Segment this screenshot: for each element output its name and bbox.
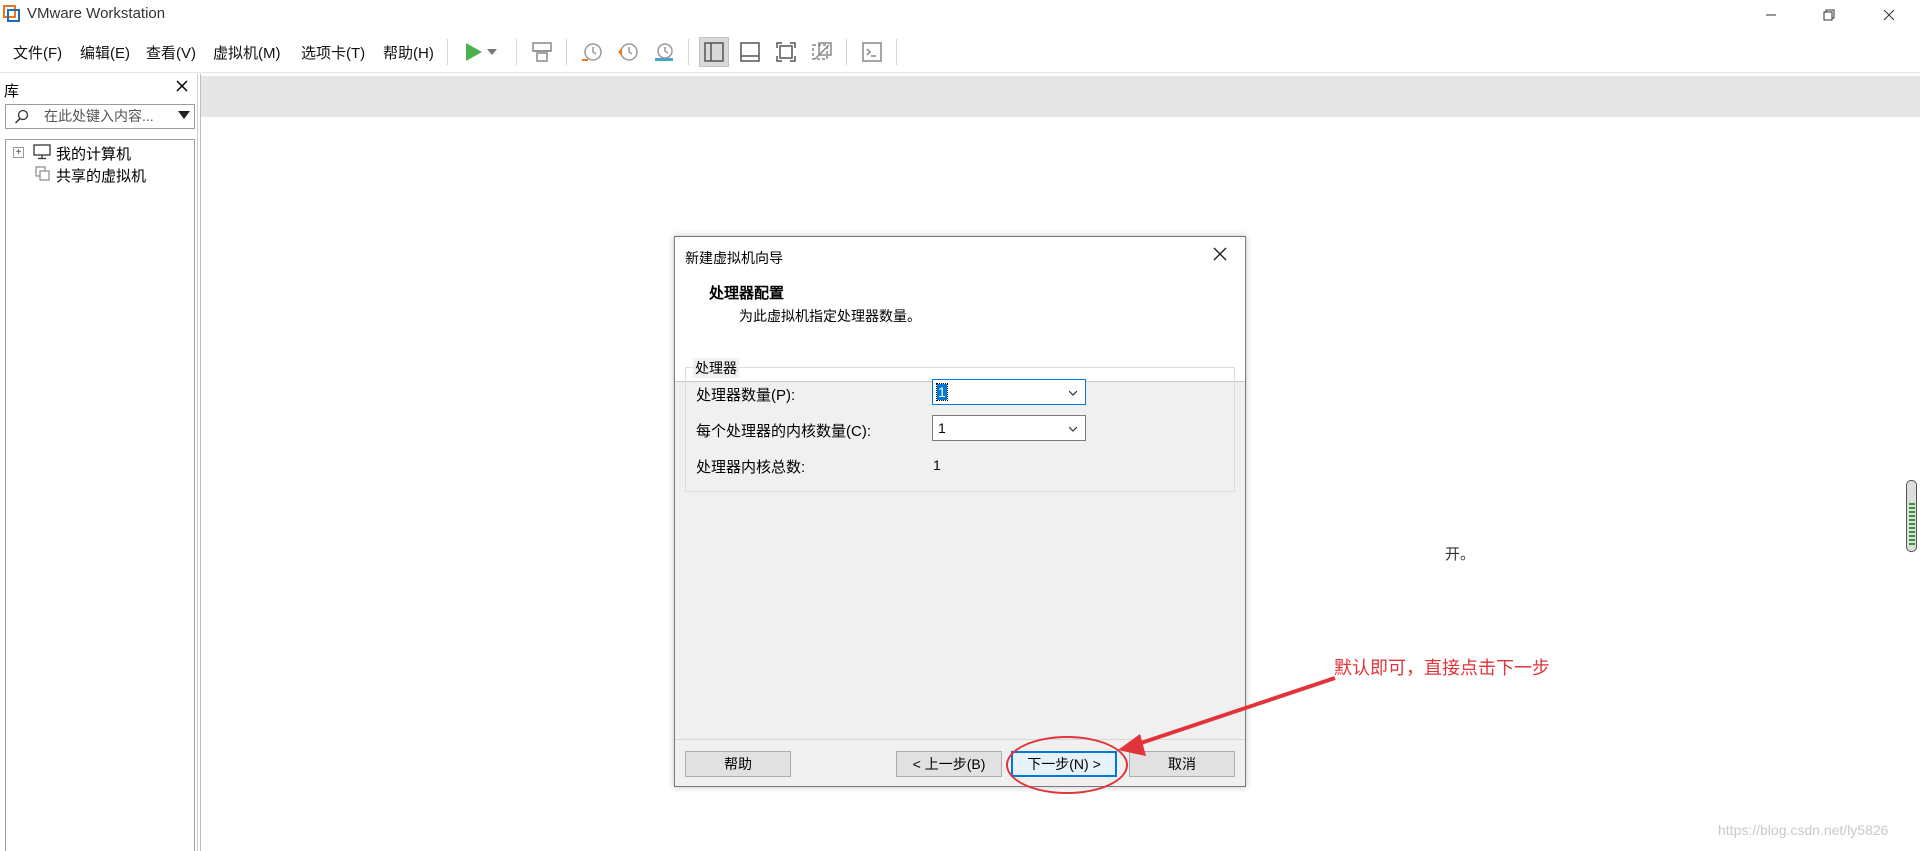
chevron-down-icon: [1069, 426, 1077, 432]
close-icon: [1883, 9, 1895, 20]
thumbnail-bar-icon: [740, 42, 760, 62]
total-cores-label: 处理器内核总数:: [696, 459, 806, 476]
dropdown-arrow-icon: [487, 49, 497, 55]
help-button[interactable]: 帮助: [685, 751, 791, 777]
revert-snapshot-button[interactable]: [613, 37, 643, 67]
menu-vm[interactable]: 虚拟机(M): [213, 42, 281, 63]
side-scroll-indicator[interactable]: [1906, 480, 1917, 552]
close-icon: [1213, 247, 1227, 261]
menu-tabs[interactable]: 选项卡(T): [301, 42, 365, 63]
page-title: 处理器配置: [709, 285, 785, 302]
annotation-text: 默认即可，直接点击下一步: [1334, 658, 1550, 678]
menu-edit[interactable]: 编辑(E): [80, 42, 130, 63]
dialog-title-bar: 新建虚拟机向导: [675, 237, 1245, 271]
chevron-down-icon: [1069, 390, 1077, 396]
vmware-logo-icon: [3, 5, 20, 22]
restore-icon: [1823, 9, 1835, 20]
send-ctrl-alt-del-icon: [532, 42, 552, 62]
thumbnail-bar-button[interactable]: [735, 37, 765, 67]
search-dropdown-icon[interactable]: [178, 111, 190, 119]
toolbar-separator: [846, 39, 847, 65]
fullscreen-icon: [776, 42, 796, 62]
library-tree: + 我的计算机 共享的虚拟机: [5, 139, 195, 851]
revert-snapshot-icon: [618, 43, 638, 61]
processor-count-value: 1: [936, 383, 948, 401]
library-title: 库: [4, 83, 20, 100]
page-subtitle: 为此虚拟机指定处理器数量。: [739, 308, 921, 324]
library-header: 库: [0, 74, 198, 102]
total-cores-value: 1: [933, 457, 941, 473]
dialog-close-button[interactable]: [1213, 244, 1227, 267]
snapshot-manager-button[interactable]: [649, 37, 679, 67]
search-icon: [14, 109, 29, 124]
watermark: https://blog.csdn.net/ly5826: [1718, 822, 1889, 838]
tree-item-label: 共享的虚拟机: [56, 168, 147, 185]
toolbar-separator: [688, 39, 689, 65]
footer-divider: [675, 739, 1245, 740]
restore-button[interactable]: [1800, 0, 1858, 29]
snapshot-icon: [582, 43, 602, 61]
menu-toolbar: 文件(F) 编辑(E) 查看(V) 虚拟机(M) 选项卡(T) 帮助(H): [0, 30, 1920, 73]
toolbar-separator: [516, 39, 517, 65]
cores-per-processor-select[interactable]: 1: [932, 415, 1086, 441]
tree-item-my-computer[interactable]: + 我的计算机: [6, 142, 192, 163]
library-search-input[interactable]: [44, 108, 172, 124]
send-ctrl-alt-del-button[interactable]: [527, 37, 557, 67]
minimize-button[interactable]: [1742, 0, 1800, 29]
new-vm-wizard-dialog: 新建虚拟机向导 处理器配置 为此虚拟机指定处理器数量。 处理器 处理器数量(P)…: [674, 236, 1246, 787]
app-title: VMware Workstation: [27, 5, 166, 22]
console-view-icon: [862, 42, 882, 62]
window-title-bar: VMware Workstation: [0, 0, 1920, 29]
cores-per-processor-label: 每个处理器的内核数量(C):: [696, 423, 871, 440]
library-view-button[interactable]: [699, 37, 729, 67]
background-text-fragment: 开。: [1445, 546, 1476, 563]
close-icon: [176, 80, 188, 92]
expand-icon[interactable]: +: [13, 146, 24, 158]
toolbar-separator: [566, 39, 567, 65]
menu-view[interactable]: 查看(V): [146, 42, 196, 63]
library-view-icon: [704, 42, 724, 62]
cancel-button[interactable]: 取消: [1129, 751, 1235, 777]
dialog-title: 新建虚拟机向导: [685, 250, 783, 266]
unity-button[interactable]: [807, 37, 837, 67]
annotation-highlight-ellipse: [1006, 736, 1128, 794]
fullscreen-button[interactable]: [771, 37, 801, 67]
play-icon: [466, 43, 482, 61]
library-close-button[interactable]: [176, 77, 188, 97]
tree-item-shared-vms[interactable]: 共享的虚拟机: [6, 164, 192, 185]
menu-file[interactable]: 文件(F): [13, 42, 62, 63]
dialog-header: 处理器配置 为此虚拟机指定处理器数量。: [675, 271, 1245, 382]
power-dropdown-button[interactable]: [484, 37, 500, 67]
menu-help[interactable]: 帮助(H): [383, 42, 434, 63]
minimize-icon: [1766, 14, 1776, 15]
unity-icon: [812, 42, 832, 60]
snapshot-button[interactable]: [577, 37, 607, 67]
toolbar-separator: [896, 39, 897, 65]
back-button[interactable]: < 上一步(B): [896, 751, 1002, 777]
library-search-box[interactable]: [5, 104, 195, 129]
computer-icon: [33, 144, 51, 160]
tab-strip: [201, 76, 1920, 117]
tree-item-label: 我的计算机: [56, 146, 132, 163]
cores-per-processor-value: 1: [938, 420, 946, 436]
close-window-button[interactable]: [1860, 0, 1918, 29]
shared-vm-icon: [35, 166, 50, 181]
toolbar-separator: [447, 39, 448, 65]
processor-count-select[interactable]: 1: [932, 379, 1086, 405]
library-pane: 库 + 我的计算机 共享的虚拟机: [0, 74, 198, 851]
snapshot-manager-icon: [655, 43, 673, 61]
group-label: 处理器: [693, 358, 739, 378]
processor-count-label: 处理器数量(P):: [696, 387, 796, 404]
console-view-button[interactable]: [857, 37, 887, 67]
